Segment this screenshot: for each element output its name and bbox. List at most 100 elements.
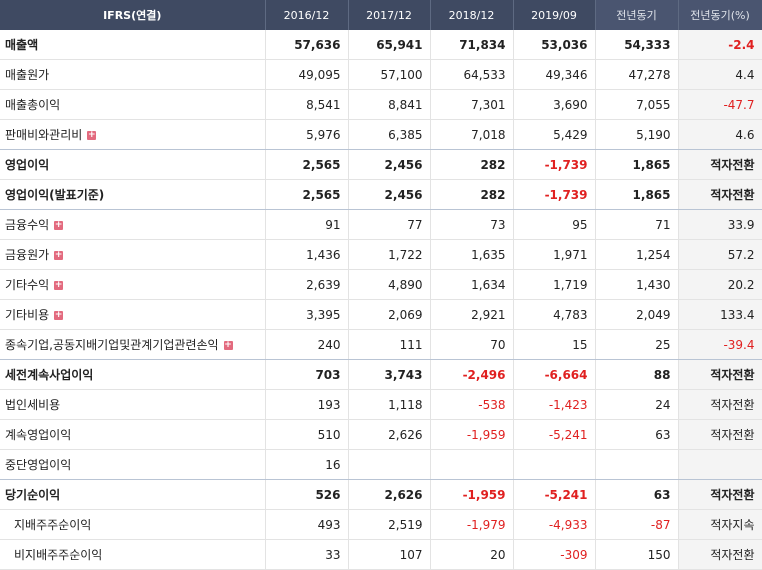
value-cell: 3,690 [513,89,596,120]
value-cell: 2,626 [348,479,431,510]
row-label: 지배주주순이익 [14,518,92,532]
value-cell: -1,959 [430,479,514,510]
value-cell: 7,055 [595,89,679,120]
value-cell: 91 [265,209,349,240]
value-cell: 111 [348,329,431,360]
row-label-cell: 세전계속사업이익 [0,359,266,390]
value-cell: 1,719 [513,269,596,300]
value-cell: 63 [595,419,679,450]
expand-row-icon[interactable]: + [54,221,64,230]
value-cell: 3,395 [265,299,349,330]
value-cell: -1,423 [513,389,596,420]
value-cell: -87 [595,509,679,540]
value-cell: 133.4 [678,299,762,330]
value-cell: 8,541 [265,89,349,120]
value-cell: -2,496 [430,359,514,390]
table-row: 세전계속사업이익 703 3,743 -2,496 -6,664 88 적자전환 [0,359,762,390]
value-cell: 5,429 [513,119,596,150]
value-cell: 1,722 [348,239,431,270]
expand-row-icon[interactable]: + [223,341,233,350]
row-label-cell: 지배주주순이익 [0,509,266,540]
row-label: 기타비용 [5,308,50,322]
row-label: 금융원가 [5,248,50,262]
value-cell: 240 [265,329,349,360]
value-cell: 1,634 [430,269,514,300]
value-cell: 2,456 [348,179,431,210]
value-cell: 2,456 [348,149,431,180]
value-cell: 24 [595,389,679,420]
value-cell: 47,278 [595,59,679,90]
value-cell: 4,890 [348,269,431,300]
expand-row-icon[interactable]: + [54,281,64,290]
expand-row-icon[interactable]: + [54,251,64,260]
value-cell [678,449,762,480]
row-label-cell: 매출원가 [0,59,266,90]
value-cell: 적자지속 [678,509,762,540]
row-label-cell: 기타수익 + [0,269,266,300]
row-label-cell: 금융수익 + [0,209,266,240]
value-cell: 1,865 [595,179,679,210]
value-cell: 2,639 [265,269,349,300]
value-cell: 71,834 [430,30,514,60]
value-cell: 49,095 [265,59,349,90]
value-cell: 49,346 [513,59,596,90]
table-row: 비지배주주순이익 33 107 20 -309 150 적자전환 [0,539,762,570]
value-cell: 적자전환 [678,539,762,570]
table-row: 종속기업,공동지배기업및관계기업관련손익 +240 111 70 15 25 -39.4 [0,329,762,360]
value-cell: 적자전환 [678,359,762,390]
row-label: 법인세비용 [5,398,61,412]
value-cell: 적자전환 [678,419,762,450]
expand-row-icon[interactable]: + [87,131,97,140]
row-label-cell: 금융원가 + [0,239,266,270]
value-cell: 107 [348,539,431,570]
value-cell: 88 [595,359,679,390]
table-row: 법인세비용 193 1,118 -538 -1,423 24 적자전환 [0,389,762,420]
header-col-prev-period: 전년동기 [595,0,679,30]
row-label-cell: 영업이익(발표기준) [0,179,266,210]
value-cell: -39.4 [678,329,762,360]
value-cell: 적자전환 [678,179,762,210]
value-cell: -47.7 [678,89,762,120]
value-cell: 70 [430,329,514,360]
value-cell: 150 [595,539,679,570]
value-cell: 57,100 [348,59,431,90]
value-cell: 282 [430,149,514,180]
value-cell: 53,036 [513,30,596,60]
row-label: 영업이익(발표기준) [5,188,105,202]
value-cell [595,449,679,480]
table-row: 매출총이익 8,541 8,841 7,301 3,690 7,055 -47.7 [0,89,762,120]
value-cell: 16 [265,449,349,480]
value-cell: 193 [265,389,349,420]
value-cell: 33 [265,539,349,570]
row-label-cell: 중단영업이익 [0,449,266,480]
table-body: 매출액 57,636 65,941 71,834 53,036 54,333 -2.4 매출원… [0,30,762,570]
row-label-cell: 비지배주주순이익 [0,539,266,570]
value-cell: 57,636 [265,30,349,60]
value-cell: 493 [265,509,349,540]
value-cell: 71 [595,209,679,240]
value-cell: 5,976 [265,119,349,150]
row-label: 금융수익 [5,218,50,232]
value-cell: -1,739 [513,179,596,210]
value-cell: 64,533 [430,59,514,90]
table-row: 지배주주순이익 493 2,519 -1,979 -4,933 -87 적자지속 [0,509,762,540]
value-cell: -309 [513,539,596,570]
value-cell: 2,565 [265,179,349,210]
row-label: 판매비와관리비 [5,128,83,142]
value-cell: 15 [513,329,596,360]
row-label-cell: 계속영업이익 [0,419,266,450]
row-label: 계속영업이익 [5,428,72,442]
table-row: 중단영업이익 16 [0,449,762,480]
expand-row-icon[interactable]: + [54,311,64,320]
row-label: 종속기업,공동지배기업및관계기업관련손익 [5,338,219,352]
table-row: 영업이익 2,565 2,456 282 -1,739 1,865 적자전환 [0,149,762,180]
value-cell: 1,254 [595,239,679,270]
value-cell: -6,664 [513,359,596,390]
row-label: 기타수익 [5,278,50,292]
table-row: 계속영업이익 510 2,626 -1,959 -5,241 63 적자전환 [0,419,762,450]
value-cell: 8,841 [348,89,431,120]
value-cell: 25 [595,329,679,360]
value-cell: 77 [348,209,431,240]
value-cell: 5,190 [595,119,679,150]
header-col-2016-12: 2016/12 [265,0,349,30]
